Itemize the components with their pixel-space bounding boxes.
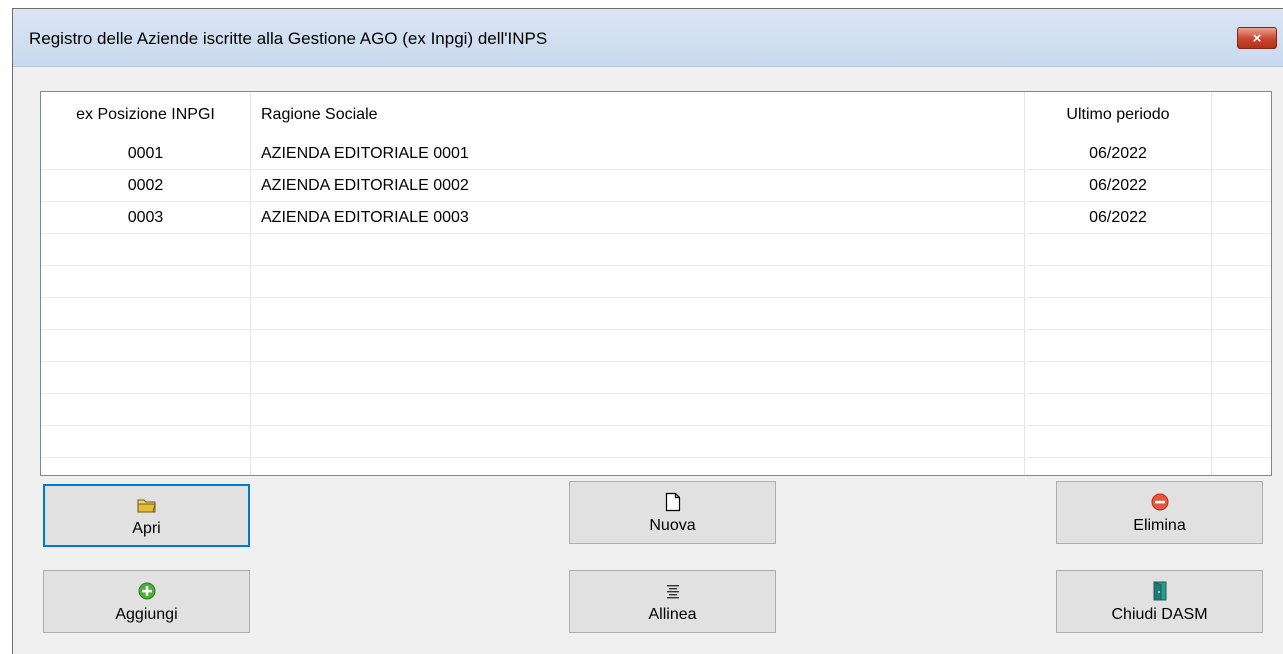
folder-icon — [137, 494, 157, 516]
close-icon: × — [1252, 29, 1262, 47]
cell-posizione: 0002 — [41, 170, 251, 201]
cell-filler — [1212, 138, 1271, 169]
column-header-ragione-sociale[interactable]: Ragione Sociale — [251, 92, 1025, 138]
elimina-button[interactable]: Elimina — [1056, 481, 1263, 544]
document-icon — [665, 491, 681, 513]
column-header-ultimo-periodo[interactable]: Ultimo periodo — [1025, 92, 1212, 138]
empty-row — [41, 266, 1271, 298]
cell-ultimo-periodo: 06/2022 — [1025, 170, 1212, 201]
dialog-window: Registro delle Aziende iscritte alla Ges… — [12, 8, 1283, 654]
cell-filler — [1212, 202, 1271, 233]
allinea-label: Allinea — [648, 605, 697, 623]
cell-ultimo-periodo: 06/2022 — [1025, 138, 1212, 169]
cell-filler — [1212, 170, 1271, 201]
table-row[interactable]: 0003 AZIENDA EDITORIALE 0003 06/2022 — [41, 202, 1271, 234]
cell-posizione: 0001 — [41, 138, 251, 169]
close-button[interactable]: × — [1237, 27, 1277, 49]
cell-ragione-sociale: AZIENDA EDITORIALE 0001 — [251, 138, 1025, 169]
column-header-posizione[interactable]: ex Posizione INPGI — [41, 92, 251, 138]
empty-row — [41, 426, 1271, 458]
chiudi-dasm-button[interactable]: Chiudi DASM — [1056, 570, 1263, 633]
align-icon — [665, 580, 681, 602]
column-header-filler — [1212, 92, 1271, 138]
chiudi-dasm-label: Chiudi DASM — [1111, 605, 1208, 623]
cell-ragione-sociale: AZIENDA EDITORIALE 0003 — [251, 202, 1025, 233]
empty-row — [41, 394, 1271, 426]
empty-row — [41, 234, 1271, 266]
apri-label: Apri — [132, 519, 161, 537]
title-bar: Registro delle Aziende iscritte alla Ges… — [13, 9, 1283, 67]
add-icon — [138, 580, 156, 602]
allinea-button[interactable]: Allinea — [569, 570, 776, 633]
cell-ragione-sociale: AZIENDA EDITORIALE 0002 — [251, 170, 1025, 201]
aziende-grid[interactable]: ex Posizione INPGI Ragione Sociale Ultim… — [40, 91, 1272, 476]
nuova-label: Nuova — [649, 516, 696, 534]
grid-header: ex Posizione INPGI Ragione Sociale Ultim… — [41, 92, 1271, 138]
client-area: ex Posizione INPGI Ragione Sociale Ultim… — [13, 67, 1283, 654]
empty-row — [41, 298, 1271, 330]
window-title: Registro delle Aziende iscritte alla Ges… — [29, 29, 548, 48]
cell-posizione: 0003 — [41, 202, 251, 233]
empty-row — [41, 458, 1271, 475]
empty-row — [41, 362, 1271, 394]
exit-door-icon — [1152, 580, 1168, 602]
apri-button[interactable]: Apri — [43, 484, 250, 547]
remove-icon — [1151, 491, 1169, 513]
elimina-label: Elimina — [1133, 516, 1186, 534]
table-row[interactable]: 0001 AZIENDA EDITORIALE 0001 06/2022 — [41, 138, 1271, 170]
aggiungi-label: Aggiungi — [115, 605, 178, 623]
cell-ultimo-periodo: 06/2022 — [1025, 202, 1212, 233]
empty-row — [41, 330, 1271, 362]
table-row[interactable]: 0002 AZIENDA EDITORIALE 0002 06/2022 — [41, 170, 1271, 202]
aggiungi-button[interactable]: Aggiungi — [43, 570, 250, 633]
nuova-button[interactable]: Nuova — [569, 481, 776, 544]
